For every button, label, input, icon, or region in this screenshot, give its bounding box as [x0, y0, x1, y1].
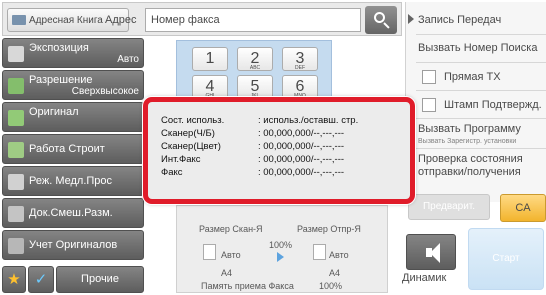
- usage-header-value: : использ./оставш. стр.: [258, 115, 359, 126]
- usage-status-popup[interactable]: Сост. использ. : использ./оставш. стр. С…: [143, 97, 415, 204]
- fax-screen: Адресная Книга Адрес Номер факса Экспози…: [0, 0, 546, 295]
- usage-header-key: Сост. использ.: [161, 115, 225, 126]
